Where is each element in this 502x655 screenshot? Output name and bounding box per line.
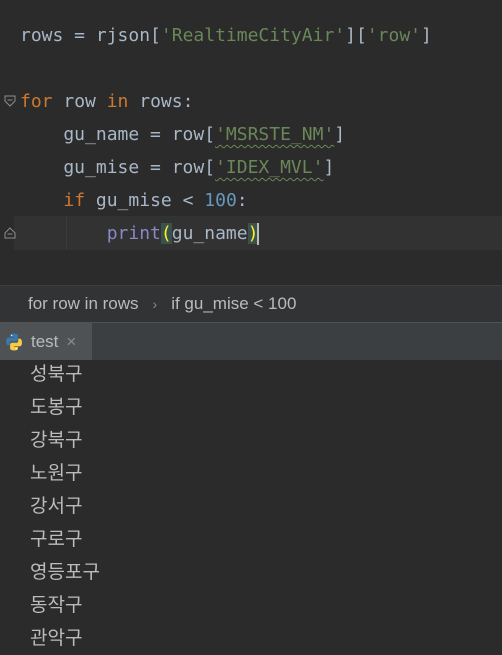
run-tab-bar: test ×: [0, 322, 502, 361]
code-line[interactable]: if gu_mise < 100:: [20, 184, 248, 217]
console-output-line: 구로구: [30, 528, 83, 550]
python-icon: [6, 333, 22, 351]
code-token: gu_name = row[: [20, 124, 216, 145]
console-output-line: 도봉구: [30, 396, 83, 418]
console-output-line: 강서구: [30, 495, 83, 517]
console-output-line: 강북구: [30, 429, 83, 451]
console-output-line: 영등포구: [30, 561, 100, 583]
code-token: gu_name: [171, 223, 248, 244]
code-token: rows = rjson[: [20, 25, 161, 46]
code-token: ][: [345, 25, 367, 46]
code-token: ]: [421, 25, 432, 46]
breadcrumb: for row in rows › if gu_mise < 100: [0, 285, 502, 322]
console-output-line: 관악구: [30, 627, 83, 649]
code-token: (: [160, 223, 172, 244]
code-line[interactable]: print(gu_name): [20, 217, 260, 250]
code-token: row: [52, 91, 107, 112]
code-line[interactable]: gu_mise = row['IDEX_MVL']: [20, 151, 334, 184]
code-editor[interactable]: rows = rjson['RealtimeCityAir']['row'] fo…: [0, 0, 502, 285]
code-token: 'IDEX_MVL': [215, 157, 324, 178]
run-tab-test[interactable]: test ×: [0, 323, 92, 361]
console-output-line: 동작구: [30, 594, 83, 616]
code-line[interactable]: gu_name = row['MSRSTE_NM']: [20, 118, 345, 151]
breadcrumb-item-if[interactable]: if gu_mise < 100: [157, 294, 296, 314]
code-token: ]: [323, 157, 335, 178]
code-token: print: [106, 223, 161, 244]
code-token: rows:: [128, 91, 194, 112]
close-icon[interactable]: ×: [66, 332, 76, 352]
console-output[interactable]: 성북구도봉구강북구노원구강서구구로구영등포구동작구관악구: [0, 360, 502, 649]
text-caret: [257, 223, 260, 245]
editor-gutter[interactable]: [0, 0, 14, 285]
code-token: in: [106, 91, 129, 112]
code-token: :: [236, 190, 248, 211]
breadcrumb-item-for-loop[interactable]: for row in rows: [0, 294, 139, 314]
code-token: ]: [334, 124, 346, 145]
fold-collapse-icon[interactable]: [4, 95, 16, 107]
code-token: 'row': [366, 25, 421, 46]
code-token: gu_mise = row[: [20, 157, 216, 178]
console-output-line: 성북구: [30, 363, 83, 385]
code-token: for: [20, 91, 53, 112]
breadcrumb-separator-icon: ›: [152, 296, 158, 312]
code-line[interactable]: rows = rjson['RealtimeCityAir']['row']: [20, 19, 432, 52]
code-token: 'RealtimeCityAir': [160, 25, 346, 46]
fold-end-icon[interactable]: [4, 227, 16, 239]
run-tab-label: test: [31, 332, 59, 351]
code-token: 'MSRSTE_NM': [215, 124, 335, 145]
code-line[interactable]: for row in rows:: [20, 85, 193, 118]
code-token: if: [63, 190, 86, 211]
code-token: gu_mise <: [85, 190, 205, 211]
code-token: 100: [204, 190, 237, 211]
console-output-line: 노원구: [30, 462, 83, 484]
